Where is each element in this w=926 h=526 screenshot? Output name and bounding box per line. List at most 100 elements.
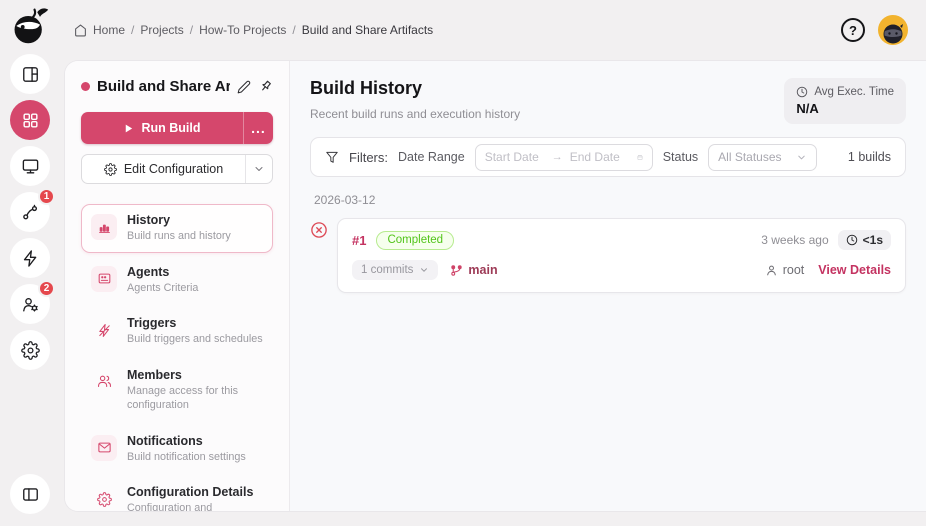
build-time-ago: 3 weeks ago xyxy=(761,233,829,247)
configuration-title-row: Build and Share Ar... xyxy=(81,78,273,95)
filters-bar: Filters: Date Range → Status All Statuse… xyxy=(310,137,906,177)
run-build-button[interactable]: Run Build xyxy=(81,112,243,144)
menu-item-agents[interactable]: Agents Agents Criteria xyxy=(81,256,273,305)
edit-configuration-button-group: Edit Configuration xyxy=(81,154,273,184)
ninja-logo-icon[interactable] xyxy=(10,6,50,46)
menu-item-desc: Manage access for this configuration xyxy=(127,384,239,412)
build-row: #1 Completed 3 weeks ago <1s 1 commits m… xyxy=(310,218,906,293)
build-user: root xyxy=(765,263,804,277)
filters-label: Filters: xyxy=(349,149,388,165)
bar-chart-icon xyxy=(91,214,117,240)
menu-item-desc: Agents Criteria xyxy=(127,281,199,294)
edit-configuration-dropdown-button[interactable] xyxy=(245,155,272,183)
end-date-input[interactable] xyxy=(569,150,630,164)
run-build-more-button[interactable]: ... xyxy=(243,112,273,144)
menu-item-title: Triggers xyxy=(127,316,177,331)
nav-pipelines-button[interactable]: 1 xyxy=(10,188,55,232)
question-mark-icon: ? xyxy=(849,22,857,38)
nav-monitor-button[interactable] xyxy=(10,146,50,186)
members-badge: 2 xyxy=(38,280,55,297)
user-avatar[interactable] xyxy=(878,15,908,45)
branch-name: main xyxy=(468,263,498,277)
status-select-value: All Statuses xyxy=(718,150,782,164)
chevron-down-icon xyxy=(255,167,263,171)
run-build-button-group: Run Build ... xyxy=(81,112,273,144)
build-status-badge: Completed xyxy=(376,230,455,250)
status-label: Status xyxy=(662,150,699,164)
edit-configuration-button[interactable]: Edit Configuration xyxy=(82,155,245,183)
menu-item-title: Agents xyxy=(127,264,170,279)
build-group-date: 2026-03-12 xyxy=(314,193,376,207)
menu-item-configuration-details[interactable]: Configuration Details Configuration and … xyxy=(81,476,273,511)
breadcrumb-separator: / xyxy=(292,23,296,37)
pipeline-badge: 1 xyxy=(38,188,55,205)
clock-icon xyxy=(846,234,857,246)
nav-actions-button[interactable] xyxy=(10,238,50,278)
build-duration-pill: <1s xyxy=(837,230,891,250)
menu-item-title: Notifications xyxy=(127,433,203,448)
main-panel: Build and Share Ar... Run Build ... Edit… xyxy=(64,60,926,512)
settings-gear-icon xyxy=(20,340,40,360)
menu-item-title: History xyxy=(127,213,171,227)
delete-build-button[interactable] xyxy=(310,221,328,239)
top-bar: Home / Projects / How-To Projects / Buil… xyxy=(64,0,926,60)
menu-item-members[interactable]: Members Manage access for this configura… xyxy=(81,359,273,422)
menu-item-history[interactable]: History Build runs and history xyxy=(81,204,273,253)
page-title: Build History xyxy=(310,78,423,98)
play-icon xyxy=(126,124,133,132)
breadcrumb: Home / Projects / How-To Projects / Buil… xyxy=(74,23,433,37)
lightning-icon xyxy=(21,249,40,268)
panel-layout-icon xyxy=(21,65,40,84)
chevron-down-icon xyxy=(421,268,428,272)
breadcrumb-separator: / xyxy=(131,23,135,37)
home-icon xyxy=(74,24,87,37)
start-date-input[interactable] xyxy=(484,150,545,164)
status-select[interactable]: All Statuses xyxy=(708,143,817,171)
nav-user-management-button[interactable]: 2 xyxy=(10,280,55,324)
content-header: Build History Recent build runs and exec… xyxy=(310,78,906,124)
build-history-section: Build History Recent build runs and exec… xyxy=(290,61,926,511)
help-button[interactable]: ? xyxy=(841,18,865,42)
edit-configuration-label: Edit Configuration xyxy=(123,162,224,176)
builds-count: 1 builds xyxy=(847,150,891,164)
breadcrumb-howto-projects[interactable]: How-To Projects xyxy=(199,23,286,37)
trigger-bolt-icon xyxy=(91,317,117,343)
configuration-sidebar: Build and Share Ar... Run Build ... Edit… xyxy=(65,61,290,511)
page-subtitle: Recent build runs and execution history xyxy=(310,107,521,121)
range-arrow-icon: → xyxy=(551,151,563,163)
clock-icon xyxy=(797,86,808,98)
breadcrumb-separator: / xyxy=(189,23,194,37)
menu-item-desc: Build triggers and schedules xyxy=(127,333,263,346)
status-dot xyxy=(81,82,90,91)
delete-circle-x-icon xyxy=(311,222,327,238)
menu-item-title: Members xyxy=(127,367,182,382)
menu-item-triggers[interactable]: Triggers Build triggers and schedules xyxy=(81,307,273,356)
pin-icon[interactable] xyxy=(258,79,273,94)
breadcrumb-home[interactable]: Home xyxy=(93,23,125,37)
menu-item-notifications[interactable]: Notifications Build notification setting… xyxy=(81,425,273,474)
pipeline-icon xyxy=(21,203,40,222)
menu-item-desc: Build notification settings xyxy=(127,450,246,463)
breadcrumb-current: Build and Share Artifacts xyxy=(301,23,434,37)
top-actions: ? xyxy=(841,15,908,45)
build-card: #1 Completed 3 weeks ago <1s 1 commits m… xyxy=(337,218,906,293)
agent-card-icon xyxy=(91,265,117,292)
breadcrumb-projects[interactable]: Projects xyxy=(140,23,183,37)
commits-label: 1 commits xyxy=(361,264,414,276)
nav-projects-button[interactable] xyxy=(10,100,50,140)
view-details-link[interactable]: View Details xyxy=(818,263,891,277)
collapse-sidebar-button[interactable] xyxy=(10,474,50,514)
edit-pencil-icon[interactable] xyxy=(237,80,251,94)
calendar-icon xyxy=(637,154,643,160)
date-range-picker[interactable]: → xyxy=(474,143,653,171)
ellipsis-icon: ... xyxy=(251,120,266,136)
collapse-panel-icon xyxy=(21,485,40,504)
commits-dropdown[interactable]: 1 commits xyxy=(352,260,439,280)
run-build-label: Run Build xyxy=(141,121,201,135)
funnel-icon xyxy=(326,151,338,163)
gear-icon xyxy=(91,486,117,511)
nav-panel-layout-button[interactable] xyxy=(10,54,50,94)
apps-grid-icon xyxy=(21,111,40,130)
nav-settings-button[interactable] xyxy=(10,330,50,370)
avg-exec-time-card: Avg Exec. Time N/A xyxy=(784,78,906,124)
